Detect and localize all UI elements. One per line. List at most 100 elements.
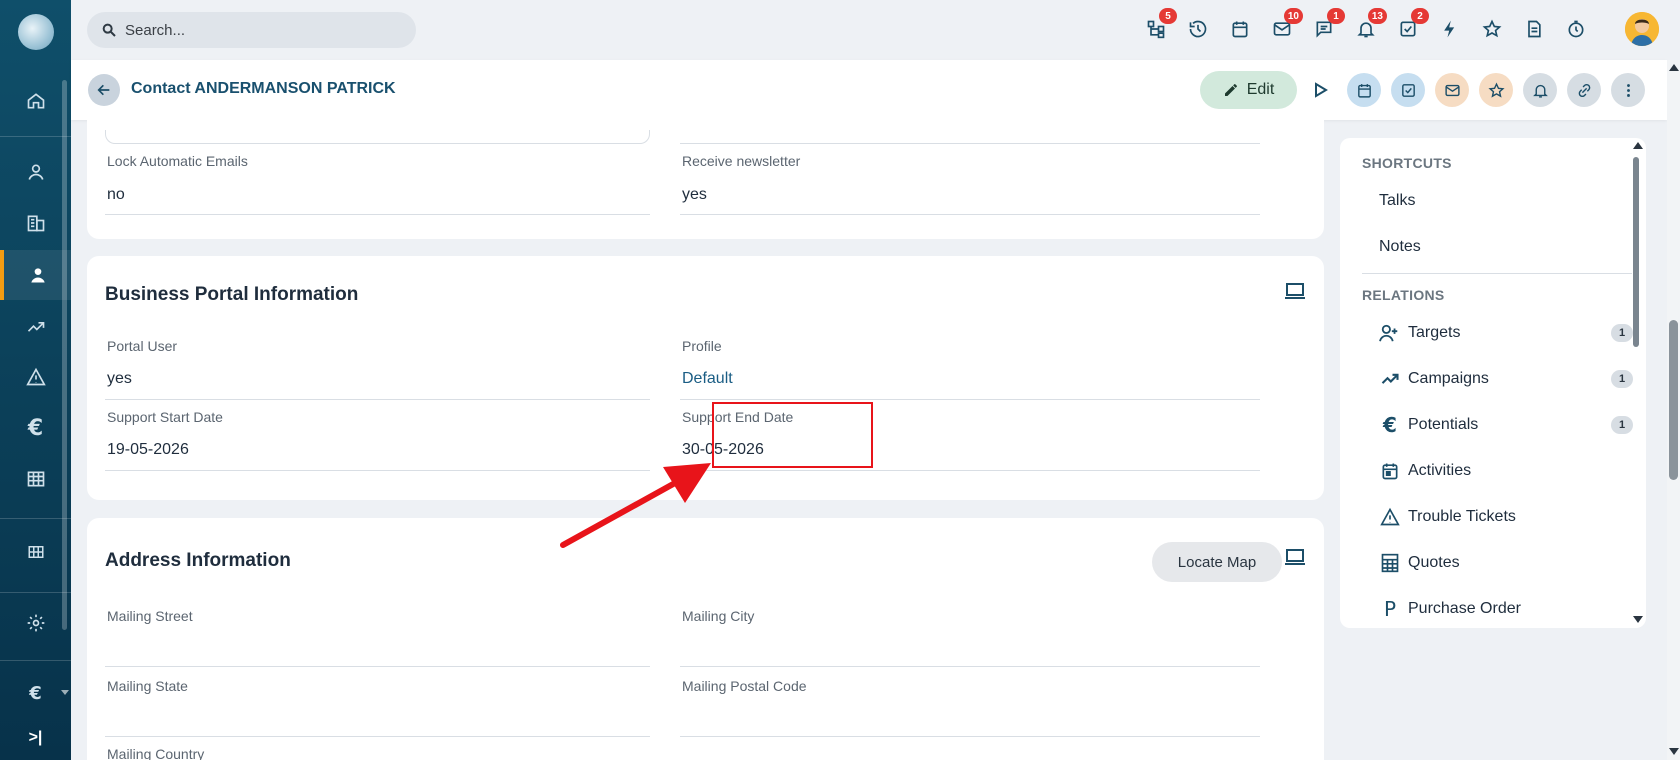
support-start-value[interactable]: 19-05-2026	[107, 441, 189, 459]
search-input[interactable]	[125, 21, 395, 39]
bell-icon[interactable]: 13	[1353, 8, 1387, 42]
building-icon[interactable]	[0, 198, 71, 248]
edit-button[interactable]: Edit	[1200, 71, 1297, 109]
section-title: Address Information	[105, 550, 291, 571]
page-title: Contact ANDERMANSON PATRICK	[131, 80, 396, 97]
mailing-city-field[interactable]	[680, 666, 1260, 667]
link-icon	[1578, 83, 1590, 97]
main-content: Lock Automatic Emails no Receive newslet…	[71, 120, 1332, 760]
settings-gear-icon[interactable]	[0, 598, 71, 648]
relation-potentials[interactable]: € Potentials 1	[1378, 412, 1633, 438]
mailing-city-label: Mailing City	[682, 608, 755, 624]
top-bar: 5 10 1 13 2	[71, 0, 1680, 60]
mailing-street-field[interactable]	[105, 666, 650, 667]
panel-scrollbar[interactable]	[1633, 157, 1639, 347]
euro-icon: €	[1383, 413, 1397, 437]
monitor-icon[interactable]	[1285, 548, 1305, 571]
more-vertical-icon	[1626, 83, 1630, 97]
mailing-state-field[interactable]	[105, 736, 650, 737]
app-logo-icon[interactable]	[18, 14, 54, 50]
task-action-button[interactable]	[1391, 73, 1425, 107]
chat-icon[interactable]: 1	[1311, 8, 1345, 42]
letter-p-icon: P	[1383, 597, 1397, 621]
email-action-button[interactable]	[1435, 73, 1469, 107]
favorite-action-button[interactable]	[1479, 73, 1513, 107]
star-icon[interactable]	[1479, 16, 1505, 42]
home-icon[interactable]	[0, 76, 71, 126]
search-icon	[102, 23, 116, 37]
bell-badge: 13	[1367, 8, 1387, 24]
table-icon[interactable]	[0, 454, 71, 504]
calendar-action-button[interactable]	[1347, 73, 1381, 107]
monitor-icon[interactable]	[1285, 282, 1305, 305]
related-panel: SHORTCUTS Talks Notes RELATIONS Targets …	[1340, 138, 1646, 628]
relation-campaigns[interactable]: Campaigns 1	[1378, 366, 1633, 392]
mailing-state-label: Mailing State	[107, 678, 188, 694]
rail-scrollbar[interactable]	[62, 80, 67, 630]
trending-icon[interactable]	[0, 302, 71, 352]
bell-icon	[1532, 84, 1548, 98]
mailing-street-label: Mailing Street	[107, 608, 193, 624]
annotation-highlight-box	[712, 402, 873, 468]
calculator-icon	[1378, 551, 1402, 575]
play-icon	[1315, 82, 1328, 98]
grid-icon[interactable]	[0, 527, 71, 577]
history-icon[interactable]	[1185, 16, 1211, 42]
warning-icon[interactable]	[0, 352, 71, 402]
play-button[interactable]	[1310, 78, 1332, 102]
campaigns-count: 1	[1611, 370, 1633, 388]
warning-icon	[1378, 505, 1402, 529]
profile-link[interactable]: Default	[682, 370, 733, 388]
lightning-icon[interactable]	[1437, 16, 1463, 42]
relation-purchase-order[interactable]: P Purchase Order	[1378, 596, 1618, 622]
mailing-postal-label: Mailing Postal Code	[682, 678, 807, 694]
calendar-icon	[1357, 83, 1371, 98]
hierarchy-badge: 5	[1159, 8, 1177, 24]
calendar-icon[interactable]	[1227, 16, 1253, 42]
arrow-left-icon	[97, 84, 110, 96]
relation-quotes[interactable]: Quotes	[1378, 550, 1618, 576]
page-scroll-thumb[interactable]	[1669, 320, 1678, 480]
relation-activities[interactable]: Activities	[1378, 458, 1618, 484]
document-icon[interactable]	[1521, 16, 1547, 42]
newsletter-label: Receive newsletter	[682, 153, 801, 169]
back-button[interactable]	[88, 74, 120, 106]
more-options-button[interactable]	[1611, 73, 1645, 107]
targets-count: 1	[1611, 324, 1633, 342]
checkbox-icon	[1401, 83, 1415, 97]
lock-emails-value[interactable]: no	[107, 186, 125, 204]
user-avatar[interactable]	[1625, 12, 1659, 46]
search-box[interactable]	[87, 12, 416, 48]
left-nav-rail: € € >|	[0, 0, 71, 760]
star-icon	[1487, 81, 1505, 98]
person-outline-icon[interactable]	[0, 147, 71, 197]
shortcuts-header: SHORTCUTS	[1362, 155, 1452, 171]
tasks-icon[interactable]: 2	[1395, 8, 1429, 42]
profile-label: Profile	[682, 338, 722, 354]
expand-menu-icon[interactable]: >|	[0, 713, 71, 760]
portal-user-value[interactable]: yes	[107, 370, 132, 388]
calendar-icon	[1378, 459, 1402, 483]
relation-targets[interactable]: Targets 1	[1378, 320, 1633, 346]
notify-action-button[interactable]	[1523, 73, 1557, 107]
hierarchy-icon[interactable]: 5	[1143, 8, 1177, 42]
trending-icon	[1378, 367, 1402, 391]
relation-trouble-tickets[interactable]: Trouble Tickets	[1378, 504, 1618, 530]
shortcut-talks[interactable]: Talks	[1379, 192, 1415, 210]
locate-map-button[interactable]: Locate Map	[1152, 542, 1282, 582]
mail-badge: 10	[1283, 8, 1303, 24]
timer-icon[interactable]	[1563, 16, 1589, 42]
envelope-icon	[1444, 84, 1460, 96]
newsletter-value[interactable]: yes	[682, 186, 707, 204]
shortcut-notes[interactable]: Notes	[1379, 238, 1421, 256]
contact-icon[interactable]	[0, 250, 71, 300]
mail-icon[interactable]: 10	[1269, 8, 1303, 42]
record-header: Contact ANDERMANSON PATRICK Edit	[71, 60, 1667, 120]
support-start-label: Support Start Date	[107, 409, 223, 425]
relations-header: RELATIONS	[1362, 287, 1445, 303]
euro-icon[interactable]: €	[0, 403, 71, 453]
email-field-remnant	[105, 130, 650, 144]
lock-emails-label: Lock Automatic Emails	[107, 153, 248, 169]
mailing-postal-field[interactable]	[680, 736, 1260, 737]
link-action-button[interactable]	[1567, 73, 1601, 107]
